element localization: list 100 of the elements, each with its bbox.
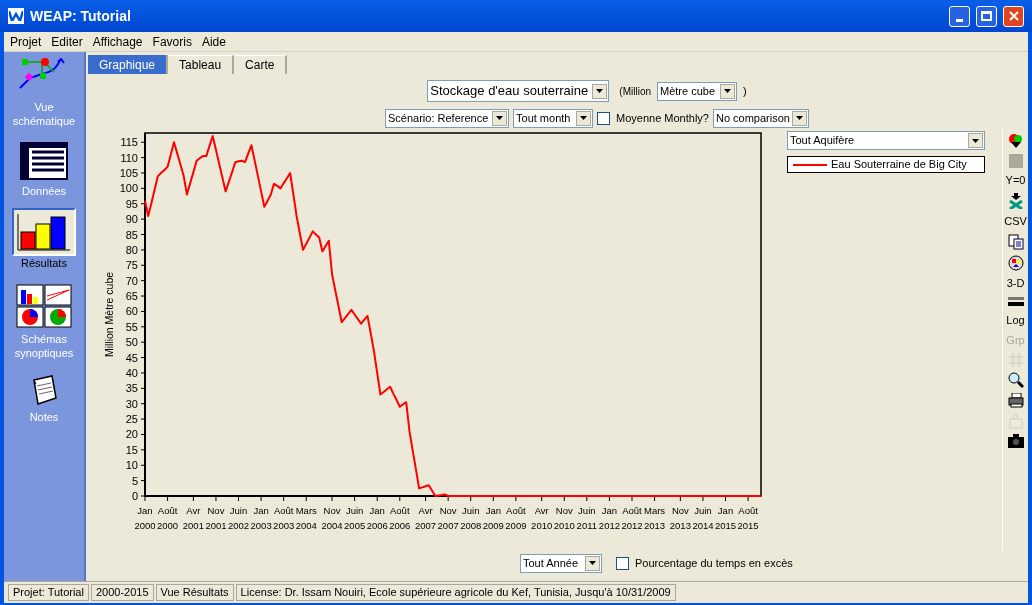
- y-tick-label: 50: [125, 336, 138, 349]
- x-tick-label: Jan 2000: [134, 505, 156, 531]
- minimize-button[interactable]: [949, 5, 970, 27]
- printer-icon[interactable]: [1007, 393, 1024, 408]
- x-tick-label: Nov 2001: [205, 505, 227, 531]
- y-tick-label: 10: [125, 459, 138, 472]
- x-tick-label: Juin 2005: [344, 505, 366, 531]
- x-tick-label: Juin 2002: [227, 505, 250, 531]
- sidebar-label: Schémas synoptiques: [14, 332, 74, 360]
- y-tick-label: 40: [125, 366, 138, 379]
- y-tick-label: 5: [131, 474, 138, 487]
- x-tick-label: Août 2000: [157, 505, 179, 531]
- paint-icon[interactable]: [1007, 133, 1024, 149]
- y-tick-label: 60: [125, 305, 138, 318]
- dropdown[interactable]: Tout Année: [520, 553, 602, 573]
- sidebar-label: Notes: [29, 410, 59, 424]
- x-tick-label: Jan 2003: [250, 505, 272, 531]
- menu-item[interactable]: Editer: [51, 32, 83, 51]
- copy-icon[interactable]: [1007, 234, 1024, 250]
- dropdown[interactable]: Mètre cube: [657, 81, 737, 101]
- tab[interactable]: Carte: [234, 55, 288, 74]
- maximize-icon: [981, 11, 992, 21]
- legend-label: Eau Souterraine de Big City: [831, 157, 967, 173]
- x-tick-label: Août 2003: [273, 505, 295, 531]
- search-icon[interactable]: [1007, 372, 1024, 388]
- x-tick-label: Juin 2008: [460, 505, 482, 531]
- unit-label: (Million: [619, 84, 651, 99]
- dropdown[interactable]: Scénario: Reference: [385, 108, 509, 128]
- caret-icon: [720, 83, 735, 99]
- dropdown[interactable]: Tout Aquifère: [787, 131, 985, 150]
- close-button[interactable]: [1003, 5, 1024, 27]
- tab[interactable]: Graphique: [88, 55, 169, 74]
- x-tick-label: Nov 2007: [437, 505, 459, 531]
- x-tick-label: Avr 2001: [182, 505, 204, 531]
- sidebar-label: Résultats: [21, 256, 67, 270]
- x-tick-label: Avr 2007: [415, 505, 437, 531]
- x-tick-label: Jan 2009: [482, 505, 504, 531]
- y-tick-label: 95: [125, 197, 138, 210]
- window-title: WEAP: Tutorial: [30, 6, 132, 26]
- caret-icon: [968, 133, 983, 148]
- y-tick-label: 75: [125, 259, 138, 272]
- palette-icon[interactable]: [1007, 255, 1024, 271]
- x-tick-label: Juin 2014: [692, 505, 714, 531]
- menu-item[interactable]: Affichage: [92, 32, 143, 51]
- charts-grid-icon: [16, 284, 72, 328]
- close-icon: [1008, 11, 1019, 21]
- toolbar-button[interactable]: Y=0: [1005, 173, 1026, 188]
- x-tick-label: Jan 2006: [366, 505, 388, 531]
- app-logo: [8, 8, 24, 24]
- dropdown[interactable]: No comparison: [712, 108, 809, 128]
- caret-icon: [585, 555, 600, 571]
- checkbox[interactable]: [597, 111, 610, 125]
- status-bar-panel: License: Dr. Issam Nouiri, Ecole supérieure agricole du Kef, Tunisia, Jusqu'à 10/31/2009: [235, 584, 676, 601]
- checkbox[interactable]: [616, 556, 629, 570]
- toolbar-button[interactable]: CSV: [1004, 214, 1027, 229]
- caret-icon: [576, 110, 591, 126]
- y-axis-title: Million Mètre cube: [103, 271, 115, 358]
- tab[interactable]: Tableau: [168, 55, 235, 74]
- menu-item[interactable]: Favoris: [152, 32, 192, 51]
- menu-item[interactable]: Projet: [10, 32, 42, 51]
- x-tick-label: Avr 2010: [531, 505, 553, 531]
- sidebar-label: Vue schématique: [12, 100, 76, 128]
- y-tick-label: 45: [125, 351, 138, 364]
- y-tick-label: 70: [125, 274, 138, 287]
- lines-icon[interactable]: [1007, 296, 1024, 308]
- toolbar-button[interactable]: Log: [1006, 313, 1025, 328]
- sidebar-label: Données: [21, 184, 66, 198]
- caret-icon: [592, 83, 608, 99]
- dropdown[interactable]: Stockage d'eau souterraine: [427, 80, 610, 102]
- y-tick-label: 65: [125, 290, 138, 303]
- status-bar-panel: Projet: Tutorial: [8, 584, 89, 601]
- y-tick-label: 105: [119, 167, 138, 179]
- dropdown[interactable]: Tout month: [513, 108, 593, 128]
- checkbox-label: Moyenne Monthly?: [616, 110, 709, 126]
- y-tick-label: 100: [119, 182, 138, 195]
- y-tick-label: 0: [131, 490, 138, 502]
- x-tick-label: Nov 2004: [321, 505, 343, 531]
- x-tick-label: Août 2006: [389, 505, 411, 531]
- caret-icon: [492, 110, 507, 126]
- checkbox-label: Pourcentage du temps en excès: [635, 555, 793, 571]
- camera-icon[interactable]: [1007, 434, 1024, 448]
- download-icon[interactable]: [1007, 193, 1024, 209]
- x-tick-label: Août 2012: [621, 505, 643, 531]
- x-tick-label: Août 2009: [505, 505, 527, 531]
- x-tick-label: Jan 2012: [598, 505, 620, 531]
- unit-label: ): [743, 83, 747, 99]
- y-tick-label: 25: [125, 413, 138, 426]
- x-tick-label: Jan 2015: [714, 505, 737, 531]
- status-bar-panel: 2000-2015: [90, 584, 154, 601]
- toolbar-button[interactable]: 3-D: [1006, 276, 1025, 291]
- bar-chart-icon: [16, 212, 72, 252]
- x-tick-label: Nov 2013: [669, 505, 691, 531]
- y-tick-label: 30: [125, 397, 138, 410]
- menu-item[interactable]: Aide: [201, 32, 226, 51]
- y-tick-label: 15: [125, 443, 138, 456]
- y-tick-label: 115: [120, 136, 138, 149]
- x-tick-label: Août 2015: [737, 505, 759, 531]
- maximize-button[interactable]: [976, 5, 997, 27]
- y-tick-label: 90: [125, 213, 138, 226]
- x-tick-label: Nov 2010: [553, 505, 575, 531]
